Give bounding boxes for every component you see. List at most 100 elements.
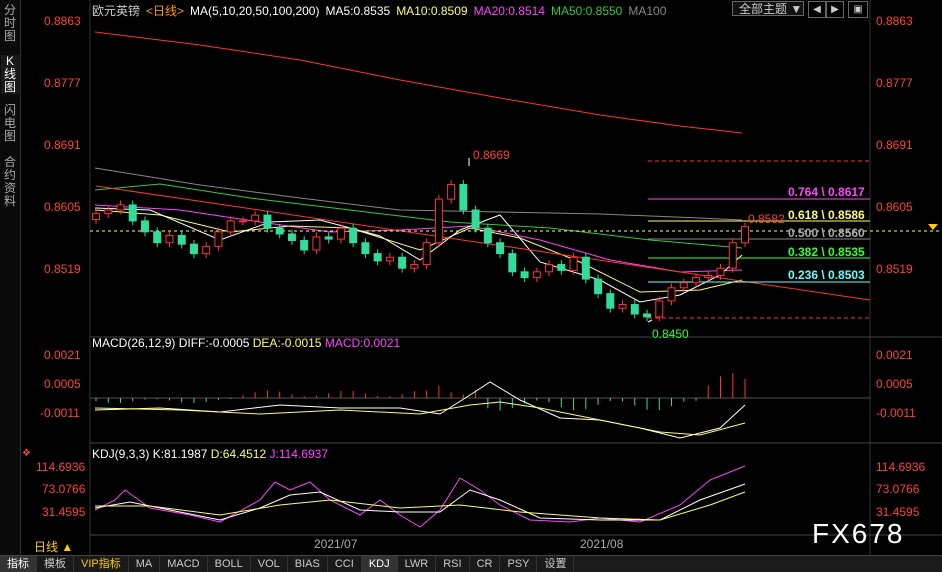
- candle: [214, 231, 223, 247]
- macd-tick: 0.0021: [44, 348, 81, 362]
- kdj-tick: 114.6936: [36, 460, 86, 474]
- candle: [275, 227, 284, 235]
- candle: [594, 278, 603, 295]
- candle: [263, 214, 272, 229]
- tab-psy[interactable]: PSY: [500, 556, 538, 572]
- tab-boll[interactable]: BOLL: [208, 556, 251, 572]
- tab-lwr[interactable]: LWR: [398, 556, 437, 572]
- tab-cci[interactable]: CCI: [328, 556, 362, 572]
- x-tick: 2021/07: [314, 537, 358, 551]
- fib-0764-label: 0.764 \ 0.8617: [788, 185, 865, 199]
- kdj-tick: 31.4595: [42, 505, 86, 519]
- tab-rsi[interactable]: RSI: [436, 556, 470, 572]
- tab-macd[interactable]: MACD: [160, 556, 208, 572]
- candle: [508, 253, 517, 273]
- brand-logo: FX678: [812, 518, 905, 549]
- candle: [532, 271, 541, 279]
- candle: [226, 220, 235, 233]
- candle: [373, 253, 382, 262]
- candle: [324, 236, 333, 240]
- candle: [202, 245, 211, 255]
- kdj-j-line: [94, 465, 746, 528]
- tab-bias[interactable]: BIAS: [288, 556, 328, 572]
- fib-0382-label: 0.382 \ 0.8535: [788, 245, 865, 259]
- candle: [655, 300, 664, 318]
- period-selector[interactable]: 日线 ▲: [34, 538, 73, 555]
- kdj-tick: 73.0766: [42, 482, 86, 496]
- candle: [140, 220, 149, 233]
- tab-settings[interactable]: 设置: [537, 556, 575, 572]
- last-label: 0.8582: [748, 212, 785, 226]
- ma5-line: [94, 207, 743, 303]
- candle: [434, 198, 443, 244]
- candle: [312, 236, 321, 251]
- tab-vip[interactable]: VIP指标: [74, 556, 129, 572]
- tab-cr[interactable]: CR: [470, 556, 501, 572]
- candle: [581, 256, 590, 280]
- candle: [104, 209, 113, 215]
- kdj-settings-icon[interactable]: ❖: [22, 448, 31, 459]
- candle: [569, 256, 578, 271]
- kdj-tick: 114.6936: [876, 460, 926, 474]
- candle: [667, 287, 676, 302]
- candle: [238, 220, 247, 223]
- trend-line: [95, 185, 871, 301]
- macd-tick: 0.0005: [44, 377, 81, 391]
- candle: [128, 204, 137, 222]
- candle: [606, 293, 615, 309]
- candle: [153, 231, 162, 244]
- price-chart[interactable]: [0, 0, 942, 571]
- candle: [557, 264, 566, 271]
- candle: [349, 227, 358, 244]
- kdj-k-line: [94, 483, 746, 521]
- candle: [422, 242, 431, 266]
- candle: [361, 242, 370, 255]
- candle: [496, 242, 505, 255]
- tab-kdj[interactable]: KDJ: [361, 556, 398, 572]
- candle: [545, 264, 554, 273]
- candle: [336, 227, 345, 240]
- candle: [385, 256, 394, 262]
- kdj-tick: 31.4595: [876, 505, 920, 519]
- candle: [692, 277, 701, 284]
- candle: [116, 204, 125, 211]
- tab-templates[interactable]: 模板: [37, 556, 74, 572]
- candle: [287, 233, 296, 242]
- candle: [630, 304, 639, 315]
- x-tick: 2021/08: [580, 537, 624, 551]
- low-label: 0.8450: [652, 327, 689, 341]
- candle: [483, 227, 492, 244]
- macd-tick: 0.0021: [876, 348, 913, 362]
- candle: [471, 209, 480, 229]
- ma200-line: [94, 31, 743, 134]
- tab-ma[interactable]: MA: [129, 556, 161, 572]
- macd-tick: -0.0011: [876, 406, 916, 420]
- price-pointer-icon: [928, 224, 938, 230]
- indicator-tabbar: 指标 模板 VIP指标 MA MACD BOLL VOL BIAS CCI KDJ LWR RSI CR…: [0, 555, 942, 572]
- candle: [459, 184, 468, 211]
- candle: [716, 267, 725, 276]
- high-label: 0.8669: [473, 148, 510, 162]
- candle: [447, 184, 456, 200]
- candle: [679, 282, 688, 289]
- low-marker: [647, 319, 653, 323]
- candle: [643, 313, 652, 318]
- candle: [728, 242, 737, 269]
- candle: [189, 243, 198, 255]
- tab-vol[interactable]: VOL: [251, 556, 288, 572]
- kdj-header: KDJ(9,3,3) K:81.1987 D:64.4512 J:114.693…: [92, 447, 328, 461]
- candle: [251, 214, 260, 222]
- fib-0618-label: 0.618 \ 0.8586: [788, 208, 865, 222]
- candle: [165, 234, 174, 244]
- candle: [410, 264, 419, 269]
- tab-indicators[interactable]: 指标: [0, 556, 37, 572]
- candle: [92, 213, 100, 220]
- candle: [520, 271, 529, 279]
- macd-header: MACD(26,12,9) DIFF:-0.0005 DEA:-0.0015 M…: [92, 336, 401, 350]
- kdj-tick: 73.0766: [876, 482, 920, 496]
- ma20-line: [94, 204, 743, 273]
- candle: [300, 240, 309, 251]
- candle: [741, 226, 749, 244]
- candle: [177, 234, 186, 245]
- macd-tick: -0.0011: [40, 406, 80, 420]
